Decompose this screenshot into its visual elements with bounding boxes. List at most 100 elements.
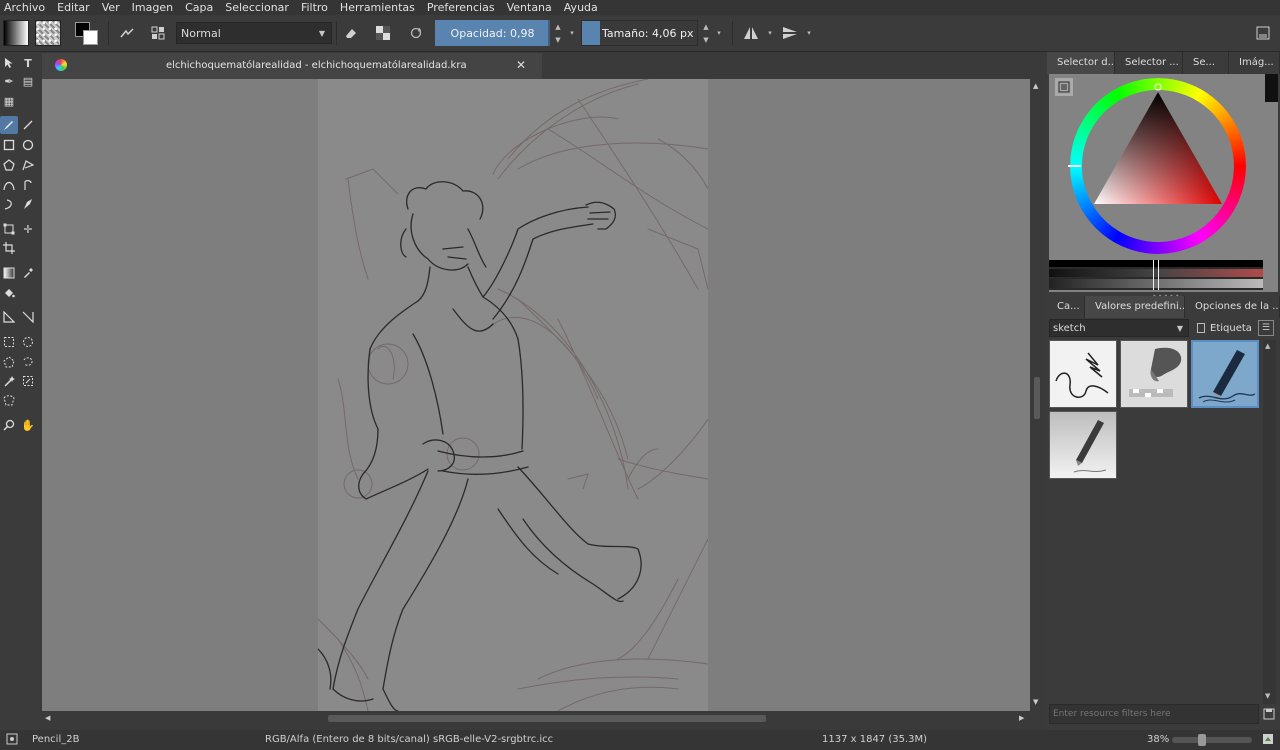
scroll-up-icon[interactable]: ▲	[1033, 82, 1038, 90]
menu-archivo[interactable]: Archivo	[4, 0, 45, 15]
canvas-paper[interactable]	[317, 79, 709, 711]
canvas-vertical-scrollbar[interactable]: ▲ ▼	[1030, 79, 1045, 711]
bezier-curve-tool[interactable]	[0, 176, 18, 194]
polygon-tool[interactable]	[0, 156, 18, 174]
mirror-horizontal-button[interactable]	[738, 19, 764, 47]
preset-tile-pencil-2b[interactable]	[1191, 340, 1259, 408]
canvas-only-toggle-icon[interactable]	[1262, 733, 1274, 748]
preserve-alpha-button[interactable]	[370, 19, 396, 47]
pattern-selector[interactable]	[35, 19, 61, 47]
tab-opciones-herramienta[interactable]: Opciones de la ...	[1185, 296, 1280, 318]
tab-imagenes[interactable]: Imág...	[1229, 52, 1280, 74]
menu-imagen[interactable]: Imagen	[132, 0, 173, 15]
gradient-selector[interactable]	[3, 19, 29, 47]
menu-capa[interactable]: Capa	[185, 0, 213, 15]
polygonal-selection-tool[interactable]	[0, 353, 18, 371]
canvas-area[interactable]	[42, 79, 1030, 711]
freehand-path-tool[interactable]	[19, 176, 37, 194]
chevron-down-icon[interactable]: ▼	[703, 36, 708, 44]
measure-tool[interactable]	[0, 308, 18, 326]
polyline-tool[interactable]	[19, 156, 37, 174]
blend-mode-select[interactable]: Normal ▼	[176, 22, 332, 44]
hue-ring-triangle[interactable]	[1063, 74, 1253, 259]
calligraphy-tool[interactable]: ▤	[19, 72, 37, 90]
dynamic-brush-tool[interactable]	[0, 195, 18, 213]
brush-editor-button[interactable]	[114, 19, 140, 47]
elliptical-selection-tool[interactable]	[19, 333, 37, 351]
save-icon[interactable]	[1261, 706, 1277, 722]
text-tool[interactable]: T	[19, 54, 37, 72]
tab-selector-color[interactable]: Selector ...	[1115, 52, 1183, 74]
ellipse-tool[interactable]	[19, 136, 37, 154]
fg-bg-color-selector[interactable]	[74, 19, 100, 47]
workspace-chooser-button[interactable]	[1250, 19, 1276, 47]
background-color-swatch[interactable]	[83, 30, 98, 45]
menu-herramientas[interactable]: Herramientas	[340, 0, 415, 15]
multibrush-tool[interactable]	[19, 195, 37, 213]
freehand-selection-tool[interactable]	[19, 353, 37, 371]
move-tool[interactable]: ✛	[19, 220, 37, 238]
blend-mode-dropdown[interactable]: Normal ▼	[176, 19, 332, 47]
zoom-slider[interactable]	[1172, 734, 1252, 746]
brush-presets-button[interactable]	[145, 19, 171, 47]
gradient-tool[interactable]	[0, 264, 18, 282]
preset-tile-pencil-hb[interactable]	[1049, 411, 1117, 479]
brush-status-icon[interactable]	[6, 733, 18, 748]
tab-valores-predefinidos[interactable]: Valores predefini...	[1085, 296, 1185, 318]
scroll-left-icon[interactable]: ◀	[45, 714, 50, 722]
assistant-tool[interactable]	[19, 308, 37, 326]
opacity-slider[interactable]: Opacidad: 0,98	[435, 20, 550, 46]
tab-capas[interactable]: Ca...	[1047, 296, 1085, 318]
etiqueta-button[interactable]: Etiqueta	[1197, 323, 1252, 334]
tab-selector-color-avanzado[interactable]: Selector d...	[1047, 52, 1115, 74]
color-panel-scrollbar[interactable]	[1265, 74, 1278, 102]
scroll-down-icon[interactable]: ▼	[1265, 692, 1270, 700]
advanced-color-selector[interactable]	[1049, 74, 1278, 292]
eraser-mode-button[interactable]	[338, 19, 364, 47]
crop-tool[interactable]	[0, 239, 18, 257]
mirror-horizontal-menu[interactable]: ▾	[764, 20, 776, 46]
pan-tool[interactable]: ✋	[19, 416, 37, 434]
menu-filtro[interactable]: Filtro	[301, 0, 328, 15]
vertical-scroll-thumb[interactable]	[1034, 377, 1040, 419]
menu-seleccionar[interactable]: Seleccionar	[225, 0, 289, 15]
select-shapes-tool[interactable]	[0, 54, 18, 72]
menu-editar[interactable]: Editar	[57, 0, 90, 15]
size-slider[interactable]: Tamaño: 4,06 px	[581, 20, 698, 46]
preset-tile-sketch-scribble[interactable]	[1049, 340, 1117, 408]
fill-tool[interactable]	[0, 284, 18, 302]
horizontal-scroll-thumb[interactable]	[328, 715, 766, 722]
preset-grid-scrollbar[interactable]: ▲ ▼	[1263, 340, 1276, 704]
tab-se[interactable]: Se...	[1183, 52, 1229, 74]
size-menu-button[interactable]: ▾	[713, 20, 725, 46]
color-history-strips[interactable]	[1049, 260, 1263, 290]
view-mode-icon[interactable]: ☰	[1257, 320, 1274, 336]
bezier-selection-tool[interactable]	[0, 392, 18, 410]
mirror-vertical-menu[interactable]: ▾	[803, 20, 815, 46]
transform-tool[interactable]	[0, 220, 18, 238]
color-picker-tool[interactable]	[19, 264, 37, 282]
mirror-vertical-button[interactable]	[777, 19, 803, 47]
image-dimensions[interactable]: 1137 x 1847 (35.3M)	[822, 734, 927, 745]
opacity-spinbox[interactable]: ▲ ▼	[552, 20, 564, 46]
chevron-up-icon[interactable]: ▲	[703, 23, 708, 31]
resource-filter-input[interactable]	[1049, 704, 1259, 724]
pattern-tool[interactable]: ▦	[0, 92, 18, 110]
zoom-tool[interactable]	[0, 416, 18, 434]
opacity-menu-button[interactable]: ▾	[566, 20, 578, 46]
chevron-down-icon[interactable]: ▼	[555, 36, 560, 44]
contiguous-selection-tool[interactable]	[0, 372, 18, 390]
freehand-brush-tool[interactable]	[0, 116, 18, 134]
reload-preset-button[interactable]	[403, 19, 429, 47]
line-tool[interactable]	[19, 116, 37, 134]
scroll-right-icon[interactable]: ▶	[1019, 714, 1024, 722]
document-tab[interactable]: elchichoquematólarealidad - elchichoquem…	[42, 53, 542, 79]
menu-ayuda[interactable]: Ayuda	[564, 0, 598, 15]
chevron-up-icon[interactable]: ▲	[555, 23, 560, 31]
rectangular-selection-tool[interactable]	[0, 333, 18, 351]
scroll-up-icon[interactable]: ▲	[1265, 342, 1270, 350]
close-document-icon[interactable]: ✕	[516, 58, 526, 72]
rectangle-tool[interactable]	[0, 136, 18, 154]
zoom-slider-knob[interactable]	[1198, 734, 1206, 746]
size-spinbox[interactable]: ▲ ▼	[700, 20, 712, 46]
